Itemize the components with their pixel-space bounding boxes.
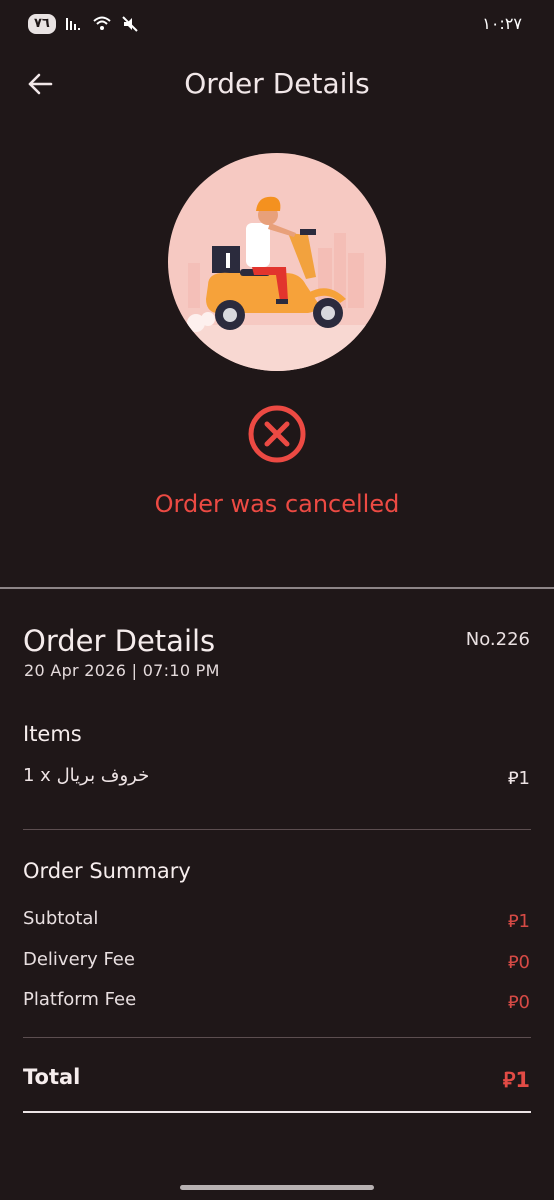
home-indicator[interactable] [180,1185,374,1190]
cancelled-status-text: Order was cancelled [154,490,400,518]
delivery-fee-value: ⃁0 [507,952,530,973]
summary-divider [23,1037,531,1038]
item-price: ⃁1 [507,768,530,789]
total-label: Total [23,1065,81,1089]
subtotal-value: ⃁1 [507,911,530,932]
app-bar: Order Details [0,52,554,116]
total-value: ⃁1 [502,1068,530,1092]
wifi-icon [93,16,111,30]
order-summary-heading: Order Summary [23,859,191,883]
items-divider [23,829,531,830]
delivery-fee-label: Delivery Fee [23,949,135,970]
cancelled-x-icon [248,405,306,463]
subtotal-label: Subtotal [23,908,99,929]
mute-icon [122,16,138,32]
clock: ١٠:٢٧ [482,14,522,33]
platform-fee-label: Platform Fee [23,989,137,1010]
section-divider [0,587,554,589]
status-icons: ٧٦ [28,14,140,34]
items-heading: Items [23,722,82,746]
status-bar: ٧٦ ١٠:٢٧ [0,0,554,52]
delivery-illustration [168,153,386,371]
total-underline [23,1111,531,1113]
page-title: Order Details [184,67,370,100]
platform-fee-value: ⃁0 [507,992,530,1013]
list-item: 1 x خروف بريال [23,765,150,786]
battery-indicator: ٧٦ [28,14,56,34]
order-datetime: 20 Apr 2026 | 07:10 PM [24,661,220,680]
order-number: No.226 [465,629,530,650]
scooter-rider-image [168,153,386,371]
signal-icon [65,18,80,30]
order-details-heading: Order Details [23,624,216,658]
